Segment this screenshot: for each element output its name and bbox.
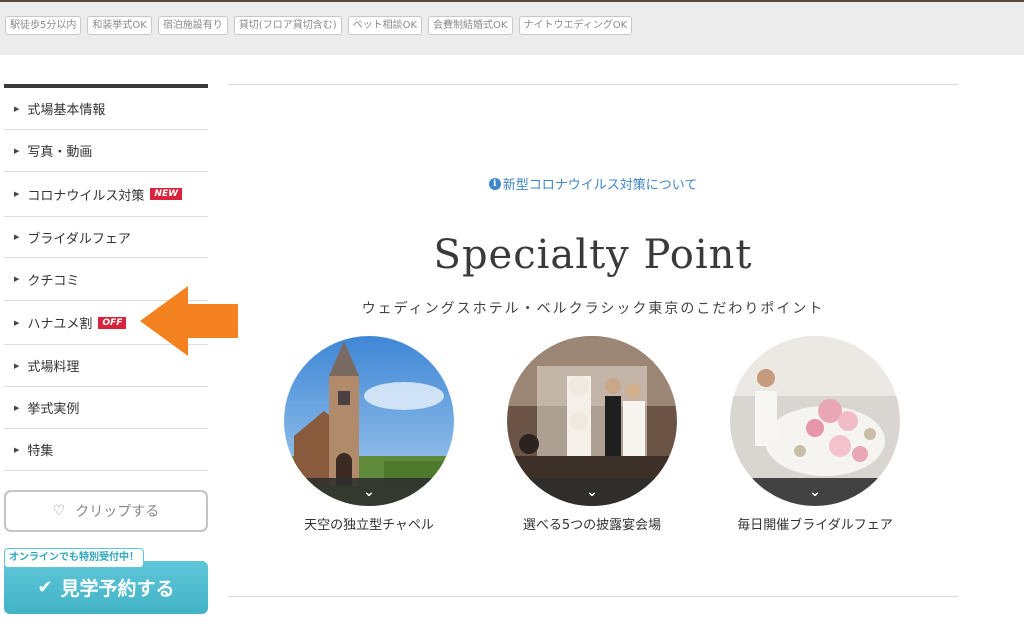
triangle-right-icon: ▶	[14, 445, 20, 454]
chevron-down-icon[interactable]: ⌄	[507, 484, 677, 500]
visit-button-label: 見学予約する	[60, 578, 175, 600]
online-notice-bubble: オンラインでも特別受付中！	[4, 548, 144, 568]
covid-info-link-label: 新型コロナウイルス対策について	[502, 178, 698, 193]
banquet-photo: ⌄	[507, 336, 677, 506]
orange-arrow-icon	[140, 286, 238, 356]
triangle-right-icon: ▶	[14, 275, 20, 283]
triangle-right-icon: ▶	[14, 146, 20, 155]
feature-tag[interactable]: 駅徒歩5分以内	[5, 16, 82, 35]
sidebar-item-label: ハナユメ割	[27, 317, 93, 332]
triangle-right-icon: ▶	[14, 361, 20, 370]
bridal-fair-photo: ⌄	[730, 336, 900, 506]
sidebar-item-features[interactable]: ▶ 特集	[4, 429, 208, 471]
sidebar-nav: ▶ 式場基本情報 ▶ 写真・動画 ▶ コロナウイルス対策 NEW ▶ ブライダル…	[4, 84, 208, 471]
feature-tag[interactable]: 和装挙式OK	[87, 16, 152, 35]
content-divider	[228, 84, 958, 85]
feature-tag[interactable]: 会費制結婚式OK	[428, 16, 513, 35]
sidebar-item-label: 写真・動画	[27, 145, 93, 160]
sidebar-item-label: 式場基本情報	[27, 103, 106, 118]
point-caption: 毎日開催ブライダルフェア	[737, 518, 893, 533]
feature-tag-bar: 駅徒歩5分以内 和装挙式OK 宿泊施設有り 貸切(フロア貸切含む) ペット相談O…	[0, 2, 1024, 55]
point-card-bridal-fair[interactable]: ⌄ 毎日開催ブライダルフェア	[730, 336, 900, 536]
covid-info-link[interactable]: i 新型コロナウイルス対策について	[0, 174, 1024, 193]
sidebar-item-label: 特集	[27, 444, 54, 459]
clip-button-label: クリップする	[75, 504, 160, 520]
info-icon: i	[488, 177, 501, 190]
sidebar-item-photos[interactable]: ▶ 写真・動画	[4, 130, 208, 172]
point-card-banquet-halls[interactable]: ⌄ 選べる5つの披露宴会場	[507, 336, 677, 536]
point-caption: 選べる5つの披露宴会場	[522, 518, 662, 533]
triangle-right-icon: ▶	[14, 233, 20, 241]
sidebar-item-bridal-fair[interactable]: ▶ ブライダルフェア	[4, 217, 208, 258]
sidebar-item-label: 式場料理	[27, 360, 80, 375]
feature-tag[interactable]: ナイトウエディングOK	[518, 16, 633, 35]
feature-tag[interactable]: 貸切(フロア貸切含む)	[233, 16, 342, 35]
triangle-right-icon: ▶	[14, 104, 20, 113]
check-icon: ✔	[37, 577, 53, 598]
content-divider	[228, 596, 958, 597]
point-caption: 天空の独立型チャペル	[304, 518, 434, 533]
off-badge: OFF	[98, 316, 127, 329]
clip-button[interactable]: ♡ クリップする	[4, 490, 208, 532]
triangle-right-icon: ▶	[14, 403, 20, 412]
sidebar-item-venue-info[interactable]: ▶ 式場基本情報	[4, 88, 208, 130]
sidebar-item-label: 挙式実例	[27, 402, 80, 417]
section-subtitle: ウェディングスホテル・ベルクラシック東京のこだわりポイント	[361, 301, 825, 317]
sidebar-item-ceremony-examples[interactable]: ▶ 挙式実例	[4, 387, 208, 429]
visit-reservation-button[interactable]: ✔ 見学予約する	[4, 561, 208, 614]
chevron-down-icon[interactable]: ⌄	[284, 484, 454, 500]
feature-tag[interactable]: 宿泊施設有り	[157, 16, 228, 35]
chevron-down-icon[interactable]: ⌄	[730, 484, 900, 500]
heart-plus-icon: ♡	[52, 503, 66, 519]
sidebar-item-label: クチコミ	[27, 273, 80, 289]
sidebar-item-label: ブライダルフェア	[27, 231, 131, 247]
section-title: Specialty Point	[433, 232, 753, 278]
chapel-photo: ⌄	[284, 336, 454, 506]
feature-tag[interactable]: ペット相談OK	[347, 16, 423, 35]
triangle-right-icon: ▶	[14, 318, 20, 327]
point-card-chapel[interactable]: ⌄ 天空の独立型チャペル	[284, 336, 454, 536]
